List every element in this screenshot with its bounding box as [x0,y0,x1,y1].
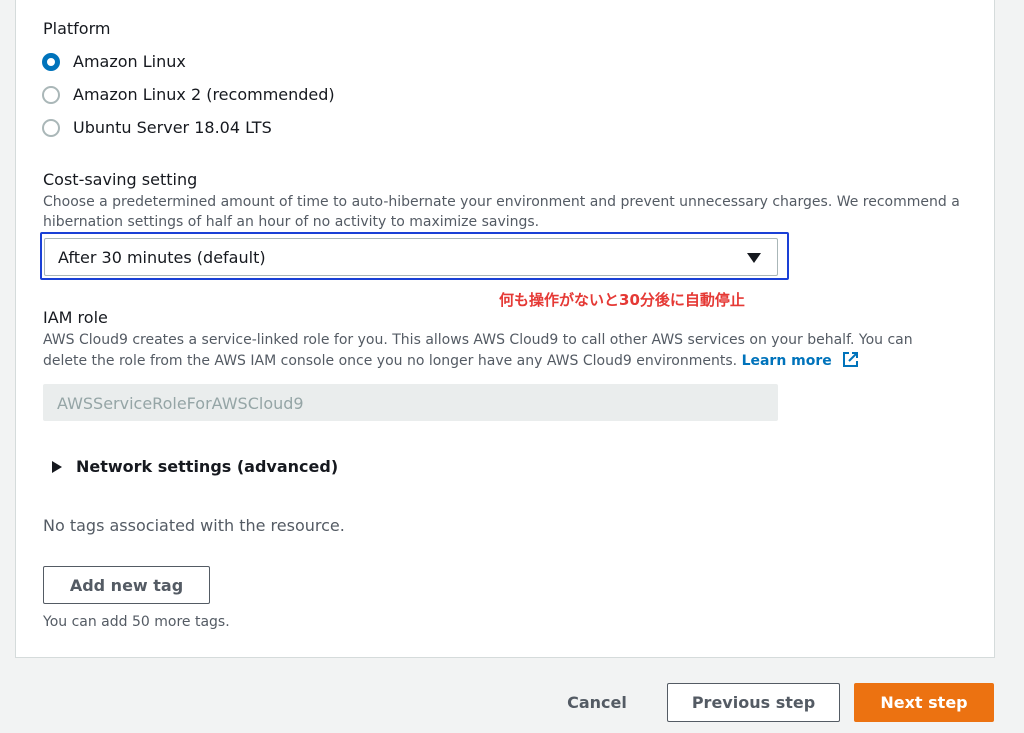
previous-step-button[interactable]: Previous step [667,683,840,722]
cancel-button[interactable]: Cancel [552,683,642,722]
radio-checked-icon[interactable] [42,52,60,71]
radio-amazon-linux[interactable]: Amazon Linux [42,52,186,71]
radio-unchecked-icon[interactable] [42,118,60,137]
network-settings-expander[interactable]: Network settings (advanced) [52,457,338,476]
cost-saving-label: Cost-saving setting [43,170,198,189]
external-link-icon[interactable] [842,351,859,375]
iam-role-description-line2: delete the role from the AWS IAM console… [43,353,738,369]
iam-role-input: AWSServiceRoleForAWSCloud9 [43,384,778,421]
tags-hint: You can add 50 more tags. [43,614,230,630]
iam-role-value: AWSServiceRoleForAWSCloud9 [57,394,304,413]
platform-label: Platform [43,19,111,38]
radio-unchecked-icon[interactable] [42,85,60,104]
caret-right-icon[interactable] [52,460,62,473]
iam-role-description-line1: AWS Cloud9 creates a service-linked role… [43,332,913,348]
annotation-highlight-box [40,232,789,280]
environment-settings-panel: Platform Amazon Linux Amazon Linux 2 (re… [15,0,995,658]
cost-saving-description-line2: hibernation settings of half an hour of … [43,214,540,230]
iam-role-label: IAM role [43,308,108,327]
add-new-tag-button[interactable]: Add new tag [43,566,210,604]
learn-more-link[interactable]: Learn more [742,353,832,369]
radio-amazon-linux-2[interactable]: Amazon Linux 2 (recommended) [42,85,335,104]
radio-label: Amazon Linux [73,52,186,71]
radio-ubuntu-server[interactable]: Ubuntu Server 18.04 LTS [42,118,272,137]
annotation-text: 何も操作がないと30分後に自動停止 [499,291,745,309]
cost-saving-description-line1: Choose a predetermined amount of time to… [43,194,960,210]
radio-label: Ubuntu Server 18.04 LTS [73,118,272,137]
iam-role-description-line2-row: delete the role from the AWS IAM console… [43,351,859,375]
radio-label: Amazon Linux 2 (recommended) [73,85,335,104]
network-settings-label: Network settings (advanced) [76,457,339,476]
next-step-button[interactable]: Next step [854,683,994,722]
no-tags-text: No tags associated with the resource. [43,516,345,535]
